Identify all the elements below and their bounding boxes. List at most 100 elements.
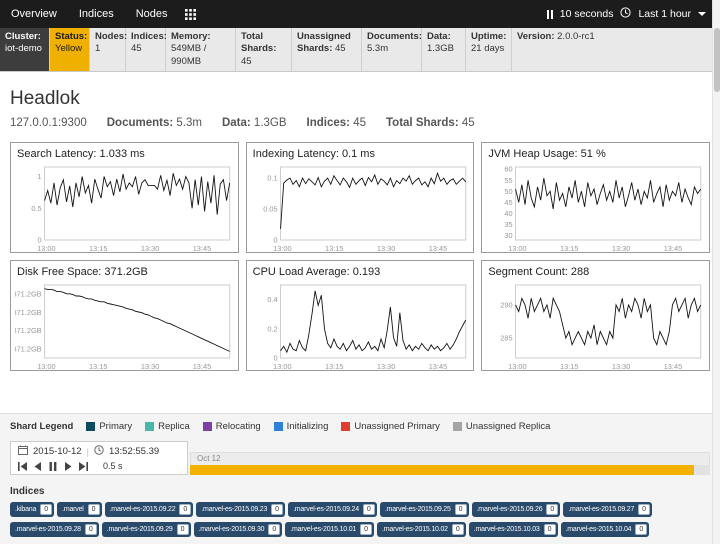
skip-to-start-button[interactable] <box>18 462 27 471</box>
index-badge[interactable]: .marvel-es-2015.10.030 <box>469 522 558 537</box>
chart-title: Indexing Latency: 0.1 ms <box>253 148 470 160</box>
svg-text:371.2GB: 371.2GB <box>15 289 42 298</box>
cluster-cell-nodes: Nodes: 1 <box>90 28 126 71</box>
shard-activity-section: Shard Legend PrimaryReplicaRelocatingIni… <box>0 413 720 544</box>
legend-item-replica: Replica <box>145 421 190 432</box>
timeline-track[interactable]: Oct 12 <box>190 441 710 475</box>
chart-canvas: 10.5013:0013:1513:3013:45 <box>15 162 234 254</box>
shard-count-badge: 0 <box>85 524 97 535</box>
shard-count-badge: 0 <box>455 504 467 515</box>
index-badge[interactable]: .marvel-es-2015.09.280 <box>10 522 99 537</box>
svg-text:35: 35 <box>505 220 513 229</box>
shard-count-badge: 0 <box>638 504 650 515</box>
svg-text:13:00: 13:00 <box>37 244 55 253</box>
index-badge[interactable]: .marvel-es-2015.10.040 <box>561 522 650 537</box>
shard-count-badge: 0 <box>635 524 647 535</box>
chart-indexing-latency: Indexing Latency: 0.1 ms 0.10.05013:0013… <box>246 142 475 253</box>
chart-canvas: 6055504540353013:0013:1513:3013:45 <box>486 162 705 254</box>
cluster-cell-total-shards: Total Shards: 45 <box>236 28 292 71</box>
calendar-icon <box>18 445 28 458</box>
svg-text:0.5: 0.5 <box>31 204 41 213</box>
node-stat: Data: 1.3GB <box>222 117 287 129</box>
index-badge[interactable]: .marvel-es-2015.09.230 <box>196 502 285 517</box>
nav-item-indices[interactable]: Indices <box>68 0 125 28</box>
scrollbar-thumb[interactable] <box>714 28 720 92</box>
legend-item-relocating: Relocating <box>203 421 261 432</box>
timeline-bar[interactable] <box>190 465 710 475</box>
legend-item-unassigned-primary: Unassigned Primary <box>341 421 440 432</box>
timeline-controls: 2015-10-12 | 13:52:55.39 <box>10 441 188 475</box>
svg-text:13:15: 13:15 <box>89 244 107 253</box>
timeline-axis-label: Oct 12 <box>197 454 221 463</box>
shard-legend: Shard Legend PrimaryReplicaRelocatingIni… <box>10 421 710 432</box>
node-name: Headlok <box>10 88 710 110</box>
svg-text:13:00: 13:00 <box>273 362 291 371</box>
index-badge[interactable]: .marvel-es-2015.09.250 <box>380 502 469 517</box>
timeline-datetime: 2015-10-12 | 13:52:55.39 <box>18 445 180 458</box>
apps-grid-icon[interactable] <box>185 9 196 20</box>
shard-count-badge: 0 <box>40 504 52 515</box>
top-nav: Overview Indices Nodes 10 seconds Last 1… <box>0 0 720 28</box>
chart-jvm-heap-usage: JVM Heap Usage: 51 % 6055504540353013:00… <box>481 142 710 253</box>
index-badge[interactable]: .marvel-es-2015.09.260 <box>472 502 561 517</box>
svg-text:0.1: 0.1 <box>267 174 277 183</box>
scrollbar[interactable] <box>712 0 720 544</box>
svg-text:30: 30 <box>505 231 513 240</box>
index-badge[interactable]: .kibana0 <box>10 502 54 517</box>
chart-title: Segment Count: 288 <box>488 266 705 278</box>
svg-text:55: 55 <box>505 176 513 185</box>
timeline-progress[interactable] <box>190 465 694 475</box>
svg-text:371.2GB: 371.2GB <box>15 345 42 354</box>
svg-text:13:45: 13:45 <box>193 362 211 371</box>
index-badge[interactable]: .marvel-es-2015.09.220 <box>105 502 194 517</box>
svg-text:13:45: 13:45 <box>193 244 211 253</box>
shard-count-badge: 0 <box>268 524 280 535</box>
playback-speed: 0.5 s <box>103 461 123 471</box>
charts-grid: Search Latency: 1.033 ms 10.5013:0013:15… <box>10 142 710 371</box>
clock-icon <box>620 7 631 21</box>
separator: | <box>87 447 89 457</box>
legend-swatch <box>453 422 462 431</box>
node-stat: Indices: 45 <box>307 117 366 129</box>
chart-canvas: 371.2GB371.2GB371.2GB371.2GB13:0013:1513… <box>15 280 234 372</box>
svg-text:13:30: 13:30 <box>141 362 159 371</box>
shard-count-badge: 0 <box>452 524 464 535</box>
timeline-date: 2015-10-12 <box>33 446 82 457</box>
time-range-button[interactable]: Last 1 hour <box>638 8 691 20</box>
cluster-bar: Cluster: iot-demoStatus: YellowNodes: 1I… <box>0 28 720 72</box>
shard-count-badge: 0 <box>544 524 556 535</box>
timeline-time: 13:52:55.39 <box>109 446 159 457</box>
index-badge[interactable]: .marvel-es-2015.09.240 <box>288 502 377 517</box>
index-badge-row: .kibana0.marvel0.marvel-es-2015.09.220.m… <box>10 502 710 517</box>
shard-count-badge: 0 <box>88 504 100 515</box>
shard-count-badge: 0 <box>271 504 283 515</box>
timeline-axis: Oct 12 <box>190 452 710 465</box>
nav-item-overview[interactable]: Overview <box>0 0 68 28</box>
index-badge[interactable]: .marvel-es-2015.10.010 <box>285 522 374 537</box>
shard-count-badge: 0 <box>177 524 189 535</box>
pause-button[interactable] <box>49 462 57 471</box>
nav-item-nodes[interactable]: Nodes <box>125 0 179 28</box>
index-badge[interactable]: .marvel-es-2015.10.020 <box>377 522 466 537</box>
index-badge[interactable]: .marvel0 <box>57 502 101 517</box>
index-badge[interactable]: .marvel-es-2015.09.290 <box>102 522 191 537</box>
index-badge[interactable]: .marvel-es-2015.09.270 <box>563 502 652 517</box>
svg-text:13:45: 13:45 <box>664 244 682 253</box>
svg-text:371.2GB: 371.2GB <box>15 308 42 317</box>
cluster-cell-uptime: Uptime: 21 days <box>466 28 512 71</box>
node-overview: Headlok 127.0.0.1:9300 Documents: 5.3mDa… <box>0 88 720 371</box>
index-badge[interactable]: .marvel-es-2015.09.300 <box>194 522 283 537</box>
svg-text:13:30: 13:30 <box>612 362 630 371</box>
pause-icon[interactable] <box>547 10 553 19</box>
cluster-cell-unassigned-shards: Unassigned Shards: 45 <box>292 28 362 71</box>
shard-count-badge: 0 <box>363 504 375 515</box>
svg-text:13:30: 13:30 <box>377 362 395 371</box>
skip-to-end-button[interactable] <box>79 462 88 471</box>
chart-title: Search Latency: 1.033 ms <box>17 148 234 160</box>
step-back-button[interactable] <box>34 462 42 471</box>
svg-text:13:00: 13:00 <box>509 244 527 253</box>
refresh-interval-button[interactable]: 10 seconds <box>560 8 614 20</box>
play-button[interactable] <box>64 462 72 471</box>
legend-swatch <box>341 422 350 431</box>
timeline-playback: 0.5 s <box>18 461 180 471</box>
